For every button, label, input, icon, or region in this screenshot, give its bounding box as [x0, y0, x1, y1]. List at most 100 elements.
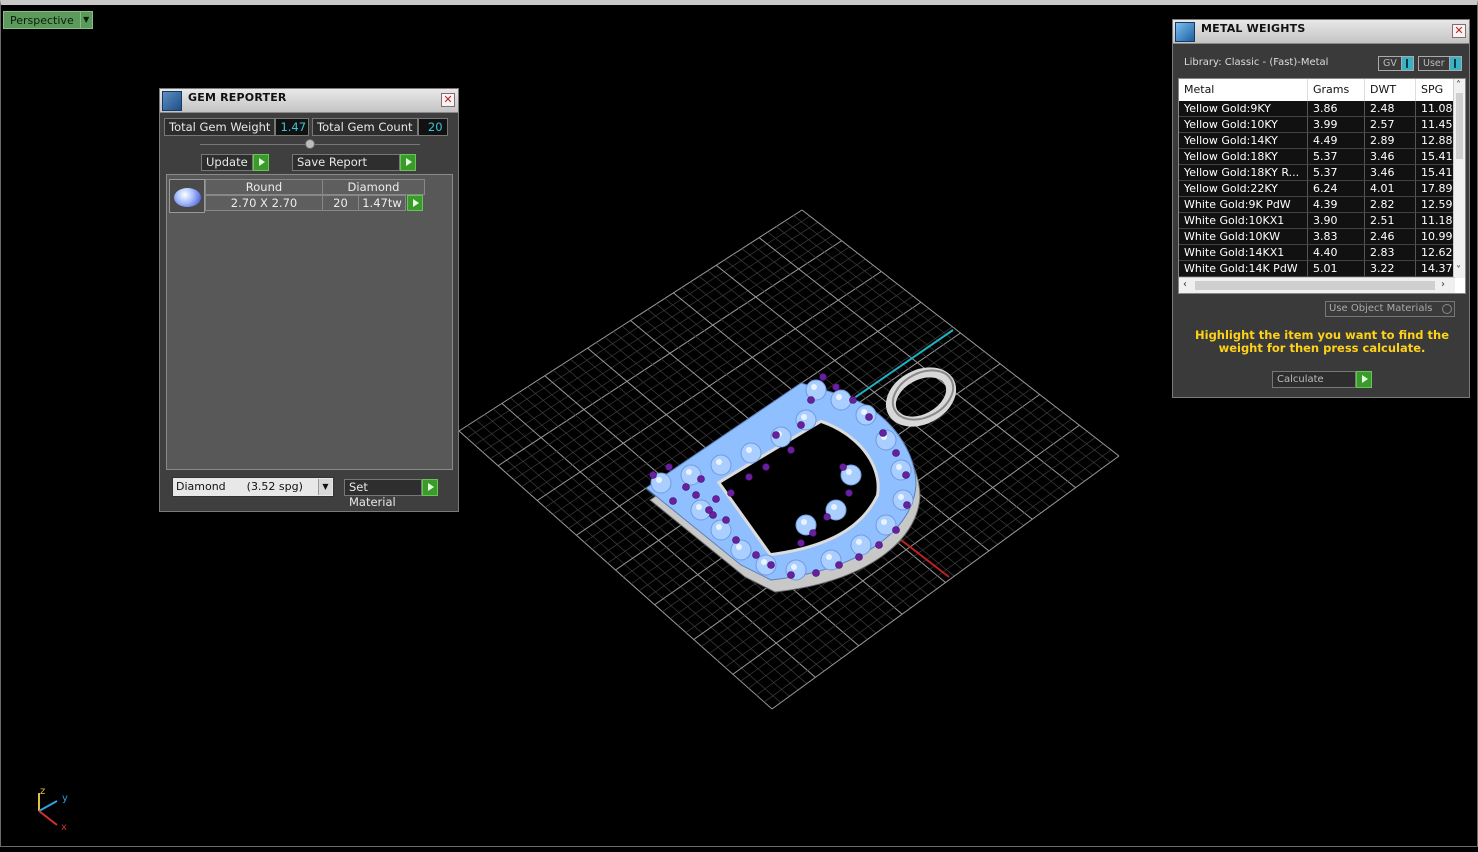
gem-highlight	[856, 539, 862, 545]
col-spg[interactable]: SPG	[1416, 79, 1456, 101]
toggle-icon[interactable]	[1401, 56, 1414, 71]
close-icon[interactable]: ✕	[441, 93, 455, 107]
calculate-button[interactable]: Calculate	[1272, 371, 1372, 388]
save-report-button[interactable]: Save Report	[292, 154, 416, 171]
play-icon[interactable]	[407, 195, 423, 211]
toggle-icon[interactable]	[1449, 56, 1462, 71]
material-select[interactable]: Diamond (3.52 spg) ▼	[172, 477, 334, 497]
3d-viewport[interactable]: Perspective ▼ GEM REPORTER ✕ Total Gem W…	[0, 0, 1478, 847]
table-row[interactable]: Yellow Gold:18KY R... 5.37 3.46 15.41	[1179, 165, 1456, 181]
table-cell: 11.18	[1416, 213, 1456, 229]
user-toggle-label[interactable]: User	[1418, 56, 1450, 71]
scroll-thumb[interactable]	[1195, 281, 1435, 290]
user-toggle[interactable]: User	[1418, 56, 1462, 71]
scroll-up-icon[interactable]: ˄	[1456, 80, 1461, 92]
prong-bead	[865, 413, 873, 421]
prong-bead	[855, 553, 863, 561]
view-mode-selector[interactable]: Perspective ▼	[3, 11, 93, 29]
table-cell: 4.40	[1308, 245, 1365, 261]
set-material-button[interactable]: Set Material	[344, 479, 438, 509]
save-report-button-label[interactable]: Save Report	[292, 154, 400, 171]
col-metal[interactable]: Metal	[1179, 79, 1308, 101]
play-icon[interactable]	[422, 479, 438, 496]
table-cell: White Gold:10KW	[1179, 229, 1308, 245]
table-cell: 12.59	[1416, 197, 1456, 213]
metal-weights-icon	[1175, 22, 1195, 42]
update-button[interactable]: Update	[201, 154, 269, 171]
gem-stone	[830, 389, 852, 411]
chevron-down-icon[interactable]: ▼	[318, 479, 332, 495]
table-row[interactable]: White Gold:9K PdW 4.39 2.82 12.59	[1179, 197, 1456, 213]
horizontal-scrollbar[interactable]: ‹ ›	[1179, 277, 1455, 293]
scroll-left-icon[interactable]: ‹	[1183, 279, 1187, 291]
prong-bead	[807, 396, 815, 404]
vertical-scrollbar[interactable]: ˄ ˅	[1453, 79, 1465, 278]
table-row[interactable]: Yellow Gold:18KY 5.37 3.46 15.41	[1179, 149, 1456, 165]
table-row[interactable]: White Gold:10KW 3.83 2.46 10.99	[1179, 229, 1456, 245]
table-cell: 3.99	[1308, 117, 1365, 133]
total-gem-weight-label: Total Gem Weight	[164, 118, 276, 136]
close-icon[interactable]: ✕	[1452, 24, 1466, 38]
table-cell: 15.41	[1416, 165, 1456, 181]
library-label: Library: Classic - (Fast)-Metal	[1184, 57, 1329, 68]
splitter-handle[interactable]	[305, 139, 315, 149]
metal-weights-titlebar[interactable]: METAL WEIGHTS ✕	[1173, 20, 1469, 44]
total-gem-weight-value: 1.47	[275, 118, 310, 136]
scroll-thumb[interactable]	[1456, 93, 1463, 159]
set-material-button-label[interactable]: Set Material	[344, 479, 422, 509]
prong-bead	[762, 463, 770, 471]
prong-bead	[903, 501, 911, 509]
gem-reporter-titlebar[interactable]: GEM REPORTER ✕	[160, 89, 458, 113]
play-icon[interactable]	[253, 154, 269, 171]
table-cell: 11.45	[1416, 117, 1456, 133]
view-dropdown-icon[interactable]: ▼	[80, 11, 93, 29]
update-button-label[interactable]: Update	[201, 154, 253, 171]
prong-bead	[709, 511, 717, 519]
col-grams[interactable]: Grams	[1308, 79, 1365, 101]
table-cell: White Gold:14KX1	[1179, 245, 1308, 261]
gv-toggle-label[interactable]: GV	[1378, 56, 1402, 71]
gem-highlight	[801, 414, 807, 420]
calculate-button-label[interactable]: Calculate	[1272, 371, 1356, 388]
table-row[interactable]: Yellow Gold:22KY 6.24 4.01 17.89	[1179, 181, 1456, 197]
prong-bead	[732, 536, 740, 544]
total-gem-count-value: 20	[417, 118, 448, 136]
table-cell: Yellow Gold:10KY	[1179, 117, 1308, 133]
gem-highlight	[896, 464, 902, 470]
play-icon[interactable]	[1356, 371, 1372, 388]
use-object-materials-toggle[interactable]: Use Object Materials	[1325, 301, 1455, 317]
metal-table[interactable]: Metal Grams DWT SPG Yellow Gold:9KY 3.86 2…	[1178, 78, 1466, 294]
gem-thumbnail	[169, 179, 205, 213]
table-cell: 3.46	[1365, 165, 1416, 181]
gem-highlight	[831, 504, 837, 510]
table-cell: 17.89	[1416, 181, 1456, 197]
total-gem-count-label: Total Gem Count	[312, 118, 418, 136]
table-row[interactable]: White Gold:14KX1 4.40 2.83 12.62	[1179, 245, 1456, 261]
table-cell: 3.90	[1308, 213, 1365, 229]
table-row[interactable]: Yellow Gold:14KY 4.49 2.89 12.88	[1179, 133, 1456, 149]
table-cell: Yellow Gold:14KY	[1179, 133, 1308, 149]
scroll-down-icon[interactable]: ˅	[1456, 265, 1461, 277]
view-mode-label[interactable]: Perspective	[3, 11, 81, 29]
gem-select-button[interactable]	[407, 195, 423, 211]
prong-bead	[697, 475, 705, 483]
radio-icon[interactable]	[1442, 304, 1452, 314]
gv-toggle[interactable]: GV	[1378, 56, 1414, 71]
table-row[interactable]: Yellow Gold:9KY 3.86 2.48 11.08	[1179, 101, 1456, 117]
table-cell: 12.62	[1416, 245, 1456, 261]
table-cell: 3.83	[1308, 229, 1365, 245]
scroll-right-icon[interactable]: ›	[1441, 279, 1445, 291]
table-cell: 2.48	[1365, 101, 1416, 117]
table-cell: Yellow Gold:9KY	[1179, 101, 1308, 117]
table-row[interactable]: White Gold:14K PdW 5.01 3.22 14.37	[1179, 261, 1456, 277]
col-dwt[interactable]: DWT	[1365, 79, 1416, 101]
play-icon[interactable]	[400, 154, 416, 171]
prong-bead	[812, 569, 820, 577]
table-row[interactable]: White Gold:10KX1 3.90 2.51 11.18	[1179, 213, 1456, 229]
prong-bead	[832, 383, 840, 391]
prong-bead	[682, 483, 690, 491]
gem-list[interactable]: Round Diamond 2.70 X 2.70 20 1.47tw	[166, 174, 453, 470]
gem-highlight	[716, 524, 722, 530]
table-row[interactable]: Yellow Gold:10KY 3.99 2.57 11.45	[1179, 117, 1456, 133]
table-cell: 3.86	[1308, 101, 1365, 117]
